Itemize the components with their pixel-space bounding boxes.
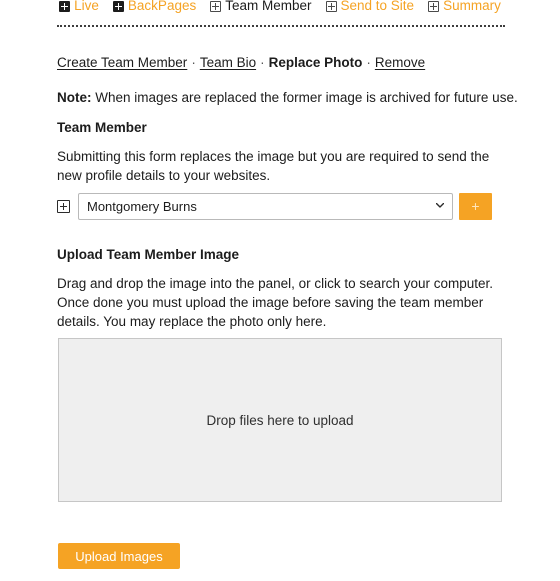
- add-team-member-button[interactable]: +: [459, 192, 492, 220]
- team-member-select[interactable]: Montgomery Burns: [78, 192, 453, 220]
- plus-square-icon[interactable]: [57, 199, 70, 213]
- plus-square-icon: [325, 0, 337, 12]
- team-member-select-row: Montgomery Burns +: [57, 192, 492, 220]
- nav-item-live[interactable]: Live: [59, 0, 99, 13]
- breadcrumb-current-replace-photo: Replace Photo: [268, 55, 363, 70]
- breadcrumb-link-remove[interactable]: Remove: [375, 55, 425, 70]
- team-member-description: Submitting this form replaces the image …: [57, 149, 490, 183]
- plus-square-icon: [112, 0, 124, 12]
- note-body: When images are replaced the former imag…: [91, 90, 518, 105]
- nav-item-backpages[interactable]: BackPages: [112, 0, 197, 14]
- plus-square-icon: [210, 0, 222, 12]
- top-navigation: Live BackPages Team Member Send to Site …: [0, 0, 560, 16]
- plus-square-icon: [428, 0, 440, 12]
- file-dropzone[interactable]: Drop files here to upload: [58, 338, 502, 502]
- nav-item-team-member[interactable]: Team Member: [210, 0, 312, 14]
- breadcrumb-link-create-team-member[interactable]: Create Team Member: [57, 55, 187, 70]
- team-member-select-wrapper: Montgomery Burns: [78, 192, 453, 220]
- note-text: Note: When images are replaced the forme…: [57, 89, 518, 107]
- plus-square-icon: [59, 0, 71, 12]
- nav-item-label: Summary: [443, 0, 501, 14]
- upload-heading: Upload Team Member Image: [57, 247, 240, 262]
- nav-item-label: BackPages: [127, 0, 197, 14]
- dropzone-label: Drop files here to upload: [206, 412, 354, 428]
- nav-item-send-to-site[interactable]: Send to Site: [325, 0, 415, 14]
- nav-item-label: Live: [74, 0, 99, 14]
- upload-images-button[interactable]: Upload Images: [58, 543, 180, 569]
- nav-item-summary[interactable]: Summary: [428, 0, 501, 13]
- breadcrumb: Create Team Member · Team Bio · Replace Phot…: [57, 54, 425, 72]
- nav-item-label: Team Member: [225, 0, 312, 14]
- breadcrumb-separator: ·: [366, 55, 371, 70]
- note-label: Note:: [57, 90, 92, 105]
- nav-item-label: Send to Site: [340, 0, 415, 14]
- team-member-heading: Team Member: [57, 120, 147, 135]
- breadcrumb-separator: ·: [191, 55, 196, 70]
- breadcrumb-link-team-bio[interactable]: Team Bio: [200, 55, 256, 70]
- breadcrumb-separator: ·: [260, 55, 265, 70]
- upload-description: Drag and drop the image into the panel, …: [57, 276, 493, 329]
- dotted-divider: [57, 25, 505, 27]
